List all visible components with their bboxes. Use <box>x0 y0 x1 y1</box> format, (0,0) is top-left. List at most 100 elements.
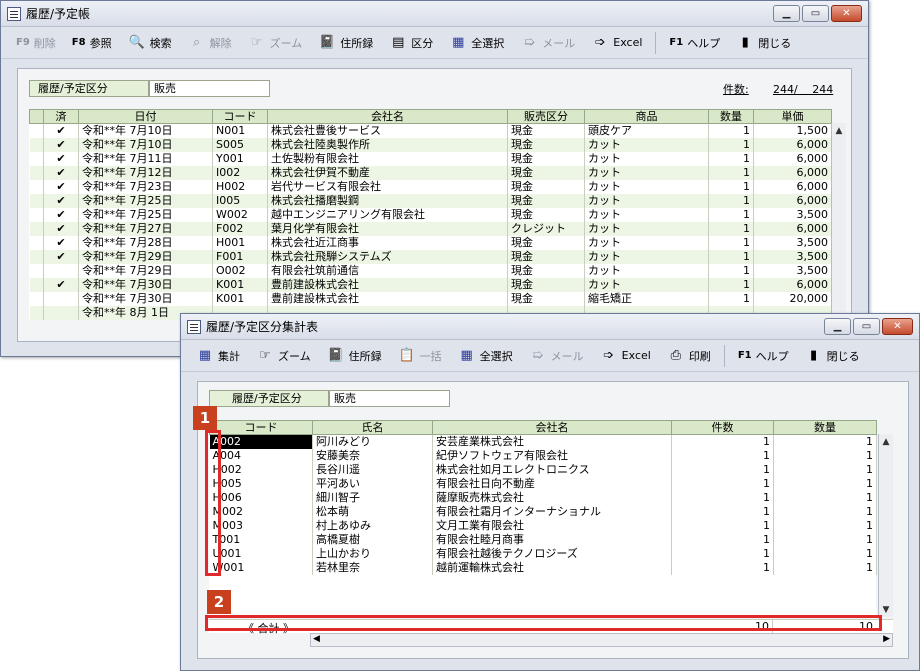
reference-button[interactable]: F8 参照 <box>65 31 119 55</box>
close-window-button[interactable]: ✕ <box>882 318 913 335</box>
table-row[interactable]: H002 長谷川遥 株式会社如月エレクトロニクス 1 1 <box>209 462 877 477</box>
maximize-button[interactable]: ▭ <box>802 5 829 22</box>
column-header[interactable]: コード <box>209 420 313 435</box>
row-selector[interactable] <box>29 123 44 138</box>
search-button[interactable]: 🔍 検索 <box>121 31 179 55</box>
excel-button[interactable]: ➩ Excel <box>593 344 658 368</box>
column-header[interactable]: 会社名 <box>267 109 508 124</box>
column-header[interactable]: 日付 <box>78 109 213 124</box>
category-value[interactable]: 販売 <box>329 390 450 407</box>
table-row[interactable]: ✔ 令和**年 7月28日 H001 株式会社近江商事 現金 カット 1 3,500 <box>29 235 832 250</box>
scroll-right-arrow[interactable]: ▶ <box>883 634 890 644</box>
close-window-button[interactable]: ✕ <box>831 5 862 22</box>
table-cell: 1 <box>773 490 877 505</box>
table-row[interactable]: H006 細川智子 薩摩販売株式会社 1 1 <box>209 490 877 505</box>
row-selector[interactable] <box>29 249 44 264</box>
table-row[interactable]: A004 安藤美奈 紀伊ソフトウェア有限会社 1 1 <box>209 448 877 463</box>
column-header[interactable]: 会社名 <box>432 420 672 435</box>
scroll-left-arrow[interactable]: ◀ <box>313 634 320 644</box>
address-book-button[interactable]: 📓 住所録 <box>320 344 389 368</box>
table-row[interactable]: ✔ 令和**年 7月11日 Y001 土佐製粉有限会社 現金 カット 1 6,000 <box>29 151 832 166</box>
table-row[interactable]: W001 若林里奈 越前運輸株式会社 1 1 <box>209 560 877 575</box>
table-row[interactable]: A002 阿川みどり 安芸産業株式会社 1 1 <box>209 434 877 449</box>
select-all-button[interactable]: ▦ 全選択 <box>442 31 511 55</box>
address-book-button[interactable]: 📓 住所録 <box>311 31 380 55</box>
select-all-button[interactable]: ▦ 全選択 <box>451 344 520 368</box>
table-row[interactable]: ✔ 令和**年 7月25日 W002 越中エンジニアリング有限会社 現金 カット 1 3,50… <box>29 207 832 222</box>
table-row[interactable]: ✔ 令和**年 7月25日 I005 株式会社播磨製鋼 現金 カット 1 6,000 <box>29 193 832 208</box>
column-header[interactable]: 販売区分 <box>507 109 585 124</box>
row-selector[interactable] <box>29 137 44 152</box>
table-cell: 有限会社筑前通信 <box>267 263 508 278</box>
row-selector[interactable] <box>29 235 44 250</box>
table-row[interactable]: ✔ 令和**年 7月10日 N001 株式会社豊後サービス 現金 頭皮ケア 1 1,500 <box>29 123 832 138</box>
print-button[interactable]: ⎙ 印刷 <box>660 344 718 368</box>
column-header[interactable]: 件数 <box>671 420 774 435</box>
table-row[interactable]: T001 高橋夏樹 有限会社睦月商事 1 1 <box>209 532 877 547</box>
category-value[interactable]: 販売 <box>149 80 270 97</box>
column-header[interactable]: 数量 <box>708 109 754 124</box>
row-selector[interactable] <box>29 165 44 180</box>
column-header[interactable]: 数量 <box>773 420 877 435</box>
window-title: 履歴/予定区分集計表 <box>206 320 319 334</box>
column-header[interactable]: コード <box>212 109 268 124</box>
row-selector[interactable] <box>29 221 44 236</box>
scroll-up-arrow[interactable]: ▲ <box>832 123 846 138</box>
title-bar[interactable]: 履歴/予定区分集計表 ▁ ▭ ✕ <box>181 314 919 340</box>
table-cell: 1 <box>708 179 754 194</box>
row-selector[interactable] <box>29 193 44 208</box>
minimize-button[interactable]: ▁ <box>824 318 851 335</box>
history-table[interactable]: 済日付 コード 会社名 販売区分 商品 数量 単価 ✔ 令和**年 7月10日 N001 株式会社… <box>29 109 832 320</box>
release-button[interactable]: ⌕ 解除 <box>181 31 239 55</box>
row-selector[interactable] <box>29 263 44 278</box>
table-row[interactable]: M002 松本萌 有限会社霜月インターナショナル 1 1 <box>209 504 877 519</box>
table-cell: N001 <box>212 123 268 138</box>
table-cell: 土佐製粉有限会社 <box>267 151 508 166</box>
column-header[interactable]: 氏名 <box>312 420 433 435</box>
help-button[interactable]: F1 ヘルプ <box>731 344 796 368</box>
summary-table[interactable]: コード 氏名 会社名 件数 数量 A002 阿川みどり 安芸産業株式会社 1 1 A004 安藤美奈… <box>209 420 877 575</box>
mail-button[interactable]: ➯ メール <box>522 344 591 368</box>
row-selector[interactable] <box>29 277 44 292</box>
row-selector[interactable] <box>29 305 44 320</box>
excel-button[interactable]: ➩ Excel <box>584 31 649 55</box>
minimize-button[interactable]: ▁ <box>773 5 800 22</box>
bulk-button[interactable]: 📋 一括 <box>391 344 449 368</box>
table-row[interactable]: 令和**年 7月29日 O002 有限会社筑前通信 現金 カット 1 3,500 <box>29 263 832 278</box>
table-cell: 1 <box>773 560 877 575</box>
table-row[interactable]: M003 村上あゆみ 文月工業有限会社 1 1 <box>209 518 877 533</box>
delete-button[interactable]: F9 削除 <box>9 31 63 55</box>
table-row[interactable]: ✔ 令和**年 7月30日 K001 豊前建設株式会社 現金 カット 1 6,000 <box>29 277 832 292</box>
column-header[interactable]: 商品 <box>584 109 709 124</box>
main-panel: 履歴/予定区分 販売 件数: 244/ 244 済日付 コード 会社名 販売区分 商品数… <box>17 68 852 342</box>
horizontal-scrollbar[interactable]: ◀ ▶ <box>310 633 893 647</box>
empty-grid-area <box>209 575 876 617</box>
table-row[interactable]: H005 平河あい 有限会社日向不動産 1 1 <box>209 476 877 491</box>
zoom-button[interactable]: ☞ ズーム <box>249 344 318 368</box>
title-bar[interactable]: 履歴/予定帳 ▁ ▭ ✕ <box>1 1 868 27</box>
maximize-button[interactable]: ▭ <box>853 318 880 335</box>
zoom-button[interactable]: ☞ ズーム <box>241 31 310 55</box>
table-row[interactable]: U001 上山かおり 有限会社越後テクノロジーズ 1 1 <box>209 546 877 561</box>
row-selector[interactable] <box>29 207 44 222</box>
section-button[interactable]: ▤ 区分 <box>382 31 440 55</box>
column-header[interactable]: 済 <box>43 109 79 124</box>
vertical-scrollbar[interactable]: ▲ <box>831 123 846 338</box>
close-button[interactable]: ▮ 閉じる <box>798 344 867 368</box>
table-row[interactable]: 令和**年 7月30日 K001 豊前建設株式会社 現金 縮毛矯正 1 20,000 <box>29 291 832 306</box>
scroll-up-arrow[interactable]: ▲ <box>879 434 893 449</box>
table-row[interactable]: ✔ 令和**年 7月29日 F001 株式会社飛騨システムズ 現金 カット 1 3,500 <box>29 249 832 264</box>
sum-button[interactable]: ▦ 集計 <box>189 344 247 368</box>
table-row[interactable]: ✔ 令和**年 7月12日 I002 株式会社伊賀不動産 現金 カット 1 6,000 <box>29 165 832 180</box>
row-selector[interactable] <box>29 179 44 194</box>
table-row[interactable]: ✔ 令和**年 7月10日 S005 株式会社陸奥製作所 現金 カット 1 6,000 <box>29 137 832 152</box>
mail-button[interactable]: ➯ メール <box>513 31 582 55</box>
column-header[interactable]: 単価 <box>753 109 832 124</box>
row-selector[interactable] <box>29 291 44 306</box>
row-selector[interactable] <box>29 151 44 166</box>
table-row[interactable]: ✔ 令和**年 7月23日 H002 岩代サービス有限会社 現金 カット 1 6,000 <box>29 179 832 194</box>
table-row[interactable]: ✔ 令和**年 7月27日 F002 葉月化学有限会社 クレジット カット 1 6,000 <box>29 221 832 236</box>
help-button[interactable]: F1 ヘルプ <box>662 31 727 55</box>
vertical-scrollbar[interactable]: ▲ ▼ <box>878 434 893 617</box>
close-button[interactable]: ▮ 閉じる <box>729 31 798 55</box>
